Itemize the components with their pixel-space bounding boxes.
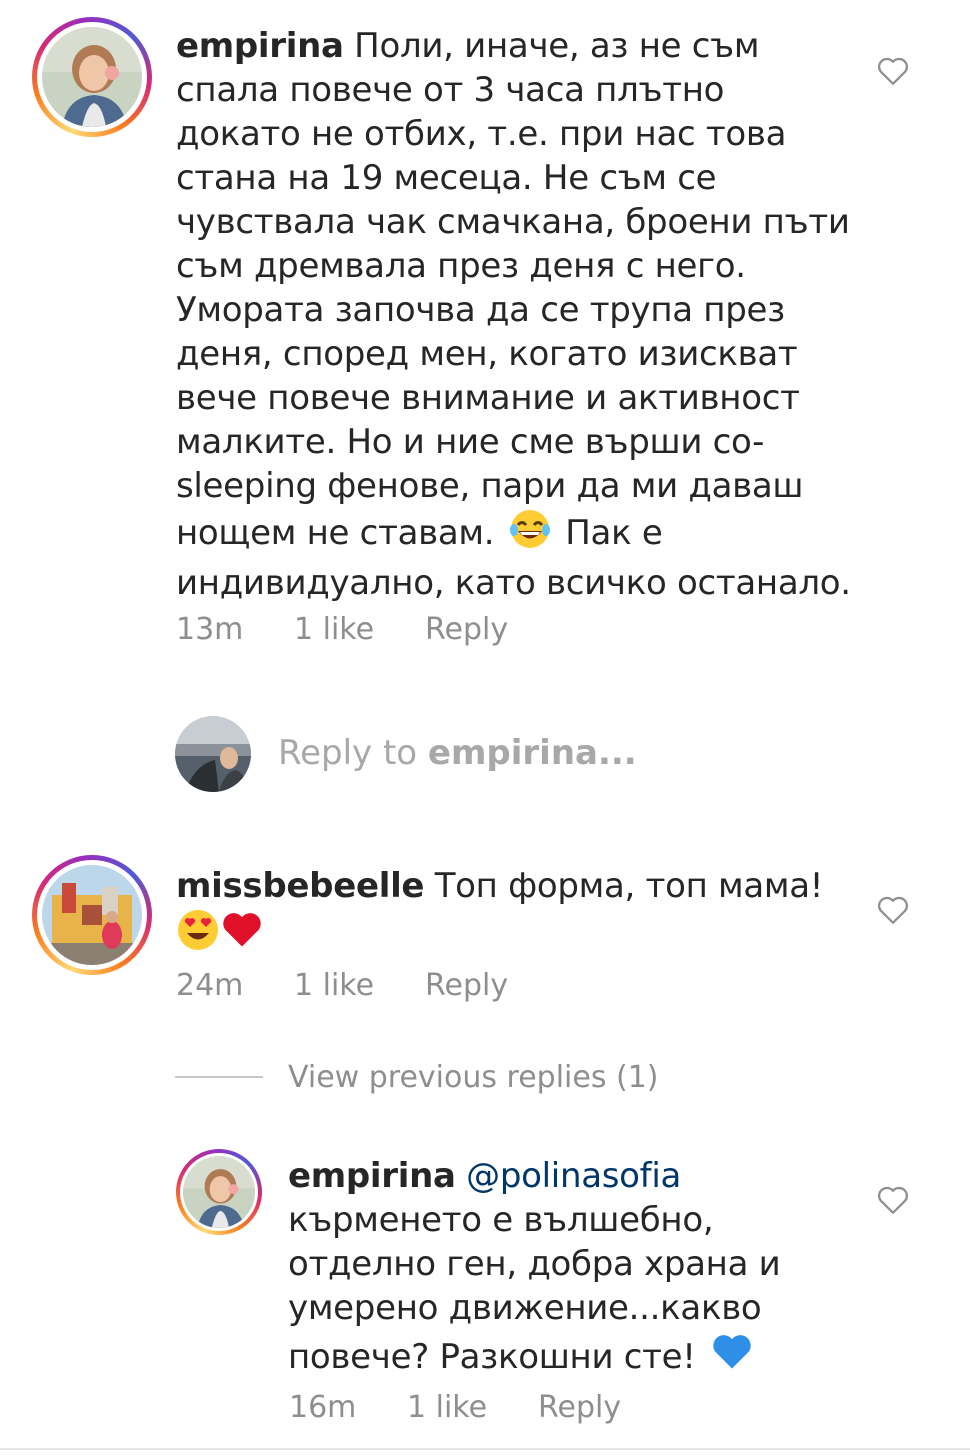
profile-photo-girl-headphones	[42, 27, 142, 127]
comment-time: 13m	[176, 612, 244, 647]
bottom-divider	[0, 1448, 970, 1450]
comment-text: Топ форма, топ мама!	[434, 866, 824, 906]
reply-body: empirina @polinasofia кърменето е вълшеб…	[288, 1154, 828, 1385]
like-heart-icon[interactable]	[876, 1183, 910, 1217]
reply-time: 16m	[289, 1390, 357, 1425]
blue-heart-emoji-icon	[710, 1330, 754, 1385]
reply-button[interactable]: Reply	[425, 968, 508, 1003]
comment-username[interactable]: empirina	[176, 26, 344, 66]
current-user-avatar	[175, 716, 251, 792]
reply-text: кърменето е вълшебно, отделно ген, добра…	[288, 1200, 781, 1377]
comment-text: Поли, иначе, аз не съм спала повече от 3…	[176, 26, 850, 553]
reply-button[interactable]: Reply	[538, 1390, 621, 1425]
comment-avatar-missbebeelle[interactable]	[32, 855, 152, 975]
reply-avatar-empirina[interactable]	[176, 1149, 262, 1235]
like-heart-icon[interactable]	[876, 54, 910, 88]
reply-meta: 16m 1 like Reply	[289, 1390, 621, 1425]
heart-eyes-emoji-icon	[176, 908, 220, 963]
red-heart-emoji-icon	[220, 908, 264, 963]
comment-body-2: missbebeelle Топ форма, топ мама!	[176, 864, 856, 963]
comment-meta: 24m 1 like Reply	[176, 968, 508, 1003]
comment-like-count[interactable]: 1 like	[294, 612, 425, 647]
profile-photo-girl-headphones	[183, 1156, 255, 1228]
like-heart-icon[interactable]	[876, 893, 910, 927]
reply-input[interactable]: Reply to empirina...	[278, 733, 637, 773]
view-replies-divider	[175, 1076, 263, 1078]
comment-avatar-empirina[interactable]	[32, 17, 152, 137]
reply-mention-link[interactable]: @polinasofia	[466, 1156, 681, 1196]
comment-like-count[interactable]: 1 like	[294, 968, 425, 1003]
reply-username[interactable]: empirina	[288, 1156, 456, 1196]
profile-photo-city-view	[175, 716, 251, 792]
comment-body-1: empirina Поли, иначе, аз не съм спала по…	[176, 24, 856, 605]
reply-input-target: empirina...	[427, 733, 637, 773]
reply-button[interactable]: Reply	[425, 612, 508, 647]
comment-username[interactable]: missbebeelle	[176, 866, 424, 906]
profile-photo-colorful-palace	[42, 865, 142, 965]
reply-input-prefix: Reply to	[278, 733, 418, 773]
comment-time: 24m	[176, 968, 244, 1003]
view-previous-replies-button[interactable]: View previous replies (1)	[288, 1060, 659, 1095]
comment-meta: 13m 1 like Reply	[176, 612, 508, 647]
reply-like-count[interactable]: 1 like	[407, 1390, 538, 1425]
laughing-emoji-icon	[509, 508, 551, 561]
